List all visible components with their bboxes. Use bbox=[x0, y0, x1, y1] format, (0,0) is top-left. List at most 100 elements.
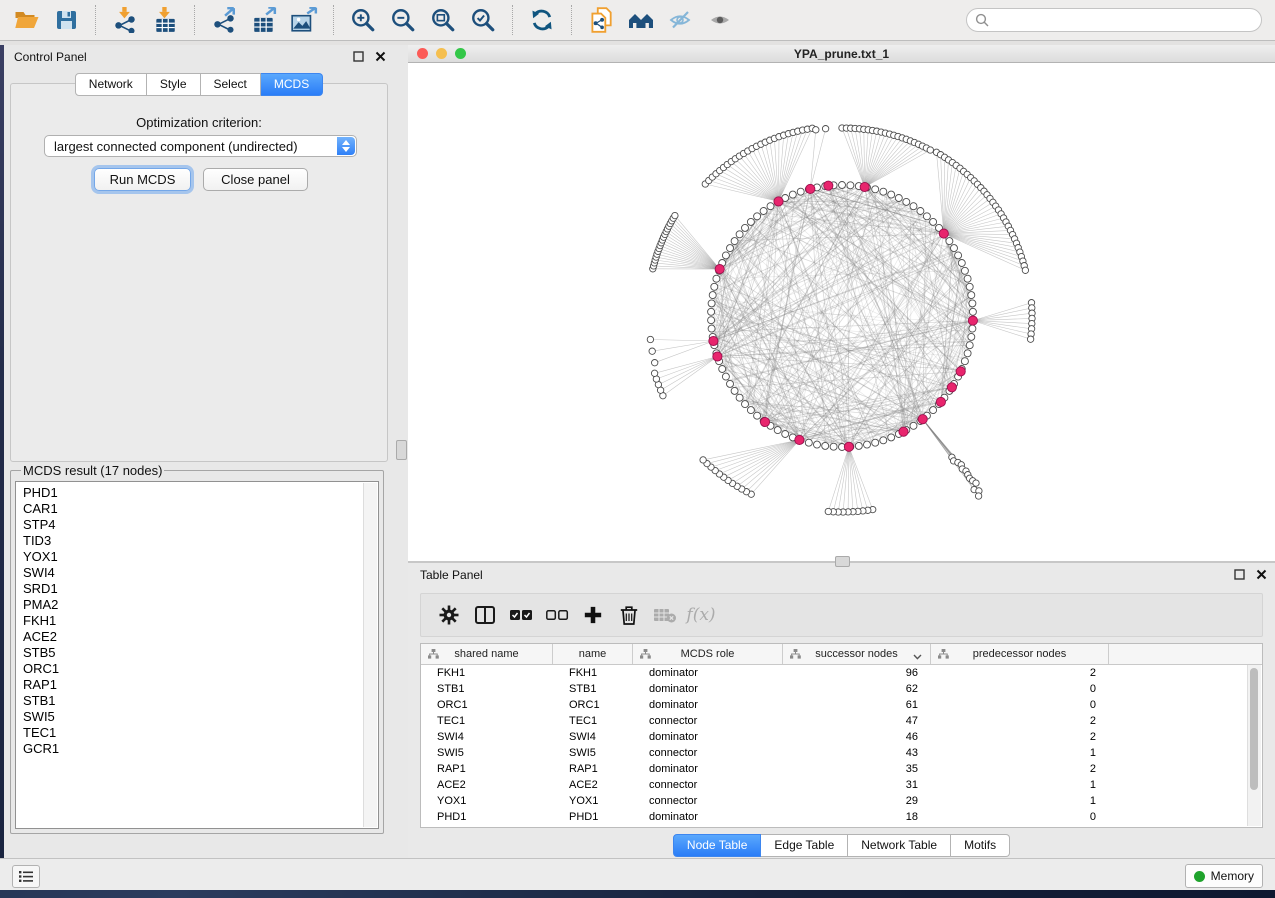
mcds-result-item[interactable]: SWI5 bbox=[23, 709, 378, 725]
mcds-list-scrollbar[interactable] bbox=[363, 483, 377, 827]
zoom-out-icon bbox=[390, 7, 416, 33]
toggle-panel-layout-button[interactable] bbox=[467, 600, 503, 630]
import-network-button[interactable] bbox=[108, 4, 142, 36]
column-header-successor-nodes[interactable]: successor nodes bbox=[783, 644, 931, 664]
memory-button[interactable]: Memory bbox=[1185, 864, 1263, 888]
table-settings-button[interactable] bbox=[431, 600, 467, 630]
deselect-all-rows-button[interactable] bbox=[539, 600, 575, 630]
column-header-predecessor-nodes[interactable]: predecessor nodes bbox=[931, 644, 1109, 664]
horizontal-divider-grip[interactable] bbox=[835, 556, 850, 567]
zoom-in-button[interactable] bbox=[346, 4, 380, 36]
table-row[interactable]: SWI4SWI4dominator462 bbox=[421, 729, 1262, 745]
cell-value: 46 bbox=[906, 731, 918, 743]
mcds-result-item[interactable]: ACE2 bbox=[23, 629, 378, 645]
float-panel-icon[interactable] bbox=[353, 51, 364, 62]
mcds-result-item[interactable]: STB5 bbox=[23, 645, 378, 661]
tab-edge-table[interactable]: Edge Table bbox=[761, 834, 848, 857]
column-header-filler bbox=[1109, 644, 1262, 664]
show-all-button[interactable] bbox=[704, 4, 738, 36]
tab-select[interactable]: Select bbox=[201, 73, 261, 96]
task-history-button[interactable] bbox=[12, 865, 40, 888]
save-session-button[interactable] bbox=[49, 4, 83, 36]
mcds-result-item[interactable]: TEC1 bbox=[23, 725, 378, 741]
cell-value: 29 bbox=[906, 795, 918, 807]
table-row[interactable]: SWI5SWI5connector431 bbox=[421, 745, 1262, 761]
table-row[interactable]: ACE2ACE2connector311 bbox=[421, 777, 1262, 793]
close-panel-icon[interactable] bbox=[375, 51, 386, 62]
table-row[interactable]: PHD1PHD1dominator180 bbox=[421, 809, 1262, 825]
mcds-result-item[interactable]: STP4 bbox=[23, 517, 378, 533]
tab-motifs[interactable]: Motifs bbox=[951, 834, 1010, 857]
criterion-select[interactable]: largest connected component (undirected) bbox=[44, 135, 357, 157]
panel-divider[interactable] bbox=[394, 45, 409, 858]
tab-network[interactable]: Network bbox=[75, 73, 147, 96]
mcds-result-item[interactable]: STB1 bbox=[23, 693, 378, 709]
select-all-rows-button[interactable] bbox=[503, 600, 539, 630]
zoom-fit-button[interactable] bbox=[426, 4, 460, 36]
mcds-result-list[interactable]: PHD1CAR1STP4TID3YOX1SWI4SRD1PMA2FKH1ACE2… bbox=[15, 481, 379, 829]
mcds-result-item[interactable]: TID3 bbox=[23, 533, 378, 549]
zoom-selected-button[interactable] bbox=[466, 4, 500, 36]
float-panel-icon[interactable] bbox=[1234, 569, 1245, 580]
cell-value: dominator bbox=[649, 699, 698, 711]
control-panel-title: Control Panel bbox=[14, 50, 87, 64]
add-column-button[interactable] bbox=[575, 600, 611, 630]
tab-mcds[interactable]: MCDS bbox=[261, 73, 323, 96]
column-header-shared-name[interactable]: shared name bbox=[421, 644, 553, 664]
open-file-button[interactable] bbox=[9, 4, 43, 36]
delete-table-button[interactable] bbox=[647, 600, 683, 630]
close-panel-button[interactable]: Close panel bbox=[203, 168, 308, 191]
search-input[interactable] bbox=[994, 12, 1261, 28]
export-table-button[interactable] bbox=[247, 4, 281, 36]
import-table-button[interactable] bbox=[148, 4, 182, 36]
network-titlebar[interactable]: YPA_prune.txt_1 bbox=[408, 45, 1275, 63]
run-mcds-button[interactable]: Run MCDS bbox=[94, 168, 191, 191]
table-row[interactable]: FKH1FKH1dominator962 bbox=[421, 665, 1262, 681]
cell-value: ORC1 bbox=[437, 699, 468, 711]
table-row[interactable]: RAP1RAP1dominator352 bbox=[421, 761, 1262, 777]
cell-value: 43 bbox=[906, 747, 918, 759]
mcds-result-item[interactable]: SWI4 bbox=[23, 565, 378, 581]
network-canvas[interactable] bbox=[408, 63, 1275, 561]
zoom-out-button[interactable] bbox=[386, 4, 420, 36]
refresh-icon bbox=[529, 7, 555, 33]
select-stepper-icon bbox=[337, 137, 355, 155]
cell-value: 1 bbox=[1090, 795, 1096, 807]
close-panel-icon[interactable] bbox=[1256, 569, 1267, 580]
cell-value: 31 bbox=[906, 779, 918, 791]
column-header-name[interactable]: name bbox=[553, 644, 633, 664]
mcds-result-item[interactable]: ORC1 bbox=[23, 661, 378, 677]
optimization-criterion-label: Optimization criterion: bbox=[4, 115, 394, 130]
mcds-result-item[interactable]: RAP1 bbox=[23, 677, 378, 693]
table-body: FKH1FKH1dominator962STB1STB1dominator620… bbox=[421, 665, 1262, 825]
mcds-result-item[interactable]: FKH1 bbox=[23, 613, 378, 629]
scrollbar-thumb[interactable] bbox=[1250, 668, 1258, 790]
refresh-layout-button[interactable] bbox=[525, 4, 559, 36]
mcds-result-item[interactable]: CAR1 bbox=[23, 501, 378, 517]
table-row[interactable]: YOX1YOX1connector291 bbox=[421, 793, 1262, 809]
cell-value: FKH1 bbox=[437, 667, 465, 679]
mcds-result-item[interactable]: PMA2 bbox=[23, 597, 378, 613]
divider-grip[interactable] bbox=[396, 440, 407, 460]
table-vertical-scrollbar[interactable] bbox=[1247, 665, 1261, 826]
mcds-result-item[interactable]: PHD1 bbox=[23, 485, 378, 501]
table-row[interactable]: TEC1TEC1connector472 bbox=[421, 713, 1262, 729]
function-builder-button[interactable]: f(x) bbox=[683, 600, 719, 630]
table-row[interactable]: ORC1ORC1dominator610 bbox=[421, 697, 1262, 713]
export-network-button[interactable] bbox=[207, 4, 241, 36]
delete-column-button[interactable] bbox=[611, 600, 647, 630]
clone-network-button[interactable] bbox=[584, 4, 618, 36]
tab-style[interactable]: Style bbox=[147, 73, 201, 96]
table-row[interactable]: STB1STB1dominator620 bbox=[421, 681, 1262, 697]
hide-selected-button[interactable] bbox=[664, 4, 698, 36]
column-header-MCDS-role[interactable]: MCDS role bbox=[633, 644, 783, 664]
tab-node-table[interactable]: Node Table bbox=[673, 834, 762, 857]
export-image-button[interactable] bbox=[287, 4, 321, 36]
mcds-result-item[interactable]: GCR1 bbox=[23, 741, 378, 757]
mcds-result-item[interactable]: SRD1 bbox=[23, 581, 378, 597]
mcds-result-item[interactable]: YOX1 bbox=[23, 549, 378, 565]
first-neighbors-button[interactable] bbox=[624, 4, 658, 36]
tab-network-table[interactable]: Network Table bbox=[848, 834, 951, 857]
control-panel: Control Panel NetworkStyleSelectMCDS Opt… bbox=[4, 45, 394, 858]
search-box[interactable] bbox=[966, 8, 1262, 32]
